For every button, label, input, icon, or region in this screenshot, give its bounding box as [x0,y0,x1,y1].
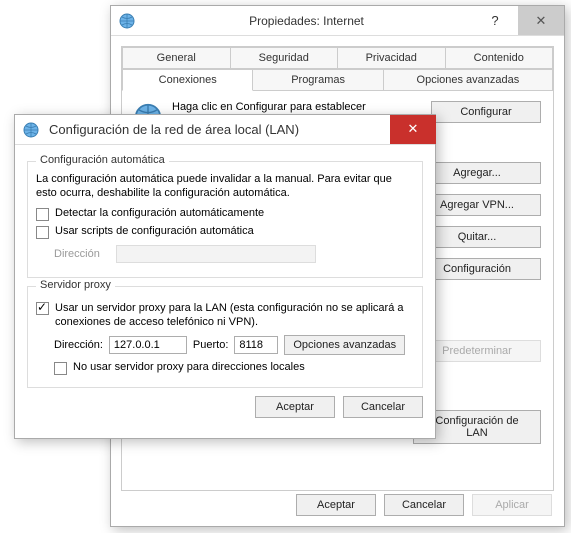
use-proxy-label: Usar un servidor proxy para la LAN (esta… [55,301,414,330]
bypass-local-label: No usar servidor proxy para direcciones … [73,361,305,373]
aplicar-button: Aplicar [472,494,552,516]
detect-auto-row[interactable]: Detectar la configuración automáticament… [36,207,414,221]
tab-privacidad[interactable]: Privacidad [338,47,446,69]
script-address-input [116,245,316,263]
parent-cancel-button[interactable]: Cancelar [384,494,464,516]
dialog-titlebar[interactable]: Configuración de la red de área local (L… [15,115,435,145]
window-title: Propiedades: Internet [141,14,472,28]
configurar-button[interactable]: Configurar [431,101,541,123]
dialog-cancel-button[interactable]: Cancelar [343,396,423,418]
proxy-address-label: Dirección: [54,339,103,351]
script-address-label: Dirección [54,248,110,260]
internet-icon [119,13,135,29]
help-button[interactable]: ? [472,6,518,35]
tab-opciones-avanzadas[interactable]: Opciones avanzadas [384,69,553,91]
tab-programas[interactable]: Programas [253,69,383,91]
use-proxy-checkbox[interactable] [36,302,49,315]
tab-general[interactable]: General [122,47,231,69]
proxy-port-label: Puerto: [193,339,228,351]
titlebar[interactable]: Propiedades: Internet ? ✕ [111,6,564,36]
bypass-local-row[interactable]: No usar servidor proxy para direcciones … [54,361,414,375]
auto-config-desc: La configuración automática puede invali… [36,172,414,201]
lan-settings-dialog: Configuración de la red de área local (L… [14,114,436,439]
tab-contenido[interactable]: Contenido [446,47,554,69]
tabs: General Seguridad Privacidad Contenido C… [121,46,554,91]
dialog-close-button[interactable]: ✕ [390,115,436,144]
auto-config-legend: Configuración automática [36,154,169,166]
use-script-checkbox[interactable] [36,226,49,239]
detect-auto-label: Detectar la configuración automáticament… [55,207,264,219]
internet-icon [23,122,39,138]
use-proxy-row[interactable]: Usar un servidor proxy para la LAN (esta… [36,301,414,330]
tab-conexiones[interactable]: Conexiones [122,69,253,91]
proxy-port-input[interactable]: 8118 [234,336,278,354]
proxy-advanced-button[interactable]: Opciones avanzadas [284,335,405,355]
close-button[interactable]: ✕ [518,6,564,35]
tab-seguridad[interactable]: Seguridad [231,47,339,69]
use-script-row[interactable]: Usar scripts de configuración automática [36,225,414,239]
proxy-address-input[interactable]: 127.0.0.1 [109,336,187,354]
use-script-label: Usar scripts de configuración automática [55,225,254,237]
auto-config-group: Configuración automática La configuració… [27,161,423,278]
dialog-ok-button[interactable]: Aceptar [255,396,335,418]
detect-auto-checkbox[interactable] [36,208,49,221]
dialog-title: Configuración de la red de área local (L… [45,122,390,137]
bypass-local-checkbox[interactable] [54,362,67,375]
setup-text: Haga clic en Configurar para establecer [172,101,421,113]
parent-ok-button[interactable]: Aceptar [296,494,376,516]
proxy-legend: Servidor proxy [36,279,115,291]
proxy-group: Servidor proxy Usar un servidor proxy pa… [27,286,423,389]
